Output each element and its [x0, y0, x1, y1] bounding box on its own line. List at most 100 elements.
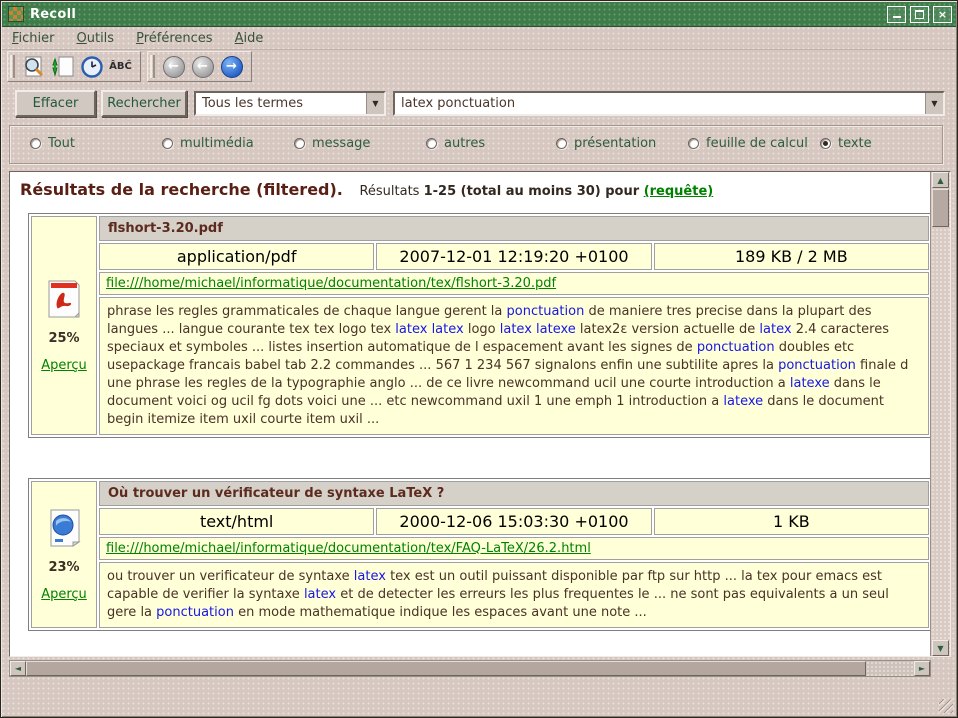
snippet-text: latex2ε version actuelle de — [576, 322, 760, 337]
result-url-link[interactable]: file:///home/michael/informatique/docume… — [106, 276, 556, 291]
highlighted-term: latex — [500, 322, 532, 337]
radio-texte[interactable]: texte — [820, 136, 872, 151]
snippet-text: phrase les regles grammaticales de chaqu… — [107, 304, 507, 319]
radio-label: texte — [838, 136, 872, 151]
vertical-scroll-thumb[interactable] — [932, 189, 949, 227]
arrow-left-icon: ← — [192, 56, 214, 78]
radio-icon — [556, 138, 567, 149]
horizontal-scroll-thumb[interactable] — [26, 661, 866, 676]
window-title: Recoll — [30, 7, 76, 22]
highlighted-term: latexe — [790, 376, 830, 391]
clear-search-button[interactable] — [20, 53, 47, 80]
search-input[interactable] — [395, 93, 925, 114]
scroll-down-button[interactable]: ▼ — [932, 640, 949, 656]
maximize-icon — [915, 10, 924, 19]
highlighted-term: ponctuation — [507, 304, 585, 319]
relevance-percent: 23% — [48, 560, 79, 575]
triangle-up-icon: ▲ — [937, 176, 943, 185]
document-sort-arrows-icon — [51, 55, 75, 79]
result-date: 2000-12-06 15:03:30 +0100 — [376, 508, 651, 535]
menu-fichier[interactable]: Fichier — [12, 31, 55, 46]
search-mode-select[interactable]: Tous les termes ▼ — [194, 91, 386, 116]
radio-icon — [162, 138, 173, 149]
abc-term-explorer-icon: ÂBĈ — [109, 61, 132, 72]
radio-presentation[interactable]: présentation — [556, 136, 656, 151]
result-url-link[interactable]: file:///home/michael/informatique/docume… — [106, 541, 591, 556]
highlighted-term: latexe — [536, 322, 576, 337]
toolbar-group-tools: ÂBĈ — [7, 51, 141, 82]
search-button[interactable]: Rechercher — [101, 90, 187, 117]
results-header: Résultats de la recherche (filtered). Ré… — [20, 178, 930, 199]
history-button[interactable] — [78, 53, 105, 80]
first-page-button[interactable]: ← — [160, 53, 187, 80]
radio-label: multimédia — [180, 136, 254, 151]
result-size: 1 KB — [654, 508, 929, 535]
snippet-text: logo — [464, 322, 500, 337]
preview-link[interactable]: Aperçu — [41, 587, 87, 602]
result-filename: Où trouver un vérificateur de syntaxe La… — [99, 481, 929, 506]
toolbar-handle[interactable] — [150, 55, 155, 78]
result-side-panel: 23% Aperçu — [31, 481, 97, 628]
highlighted-term: ponctuation — [697, 340, 775, 355]
close-button[interactable]: × — [933, 6, 952, 23]
radio-icon — [426, 138, 437, 149]
chevron-down-icon[interactable]: ▼ — [366, 93, 384, 114]
preview-link[interactable]: Aperçu — [41, 358, 87, 373]
result-date: 2007-12-01 12:19:20 +0100 — [376, 243, 651, 270]
triangle-down-icon: ▼ — [937, 644, 943, 653]
highlighted-term: latex — [432, 322, 464, 337]
maximize-button[interactable] — [910, 6, 929, 23]
previous-page-button[interactable]: ← — [189, 53, 216, 80]
radio-icon — [30, 138, 41, 149]
relevance-percent: 25% — [48, 331, 79, 346]
highlighted-term: latex — [304, 587, 336, 602]
radio-feuille-de-calcul[interactable]: feuille de calcul — [688, 136, 808, 151]
result-filename: flshort-3.20.pdf — [99, 216, 929, 241]
toolbar-handle[interactable] — [10, 55, 15, 78]
result-side-panel: 25% Aperçu — [31, 216, 97, 435]
results-viewport: Résultats de la recherche (filtered). Ré… — [9, 171, 951, 657]
scroll-left-button[interactable]: ◄ — [10, 661, 26, 676]
radio-label: message — [312, 136, 370, 151]
radio-tout[interactable]: Tout — [30, 136, 75, 151]
document-magnifier-icon — [22, 55, 46, 79]
highlighted-term: ponctuation — [156, 605, 234, 620]
recoll-window: Recoll × Fichier Outils Préférences Aide — [0, 0, 958, 718]
horizontal-scrollbar[interactable]: ◄ ► — [9, 660, 931, 677]
result-item: 25% Aperçu flshort-3.20.pdf application/… — [28, 213, 930, 438]
highlighted-term: latexe — [723, 394, 763, 409]
scroll-right-button[interactable]: ► — [914, 661, 930, 676]
radio-autres[interactable]: autres — [426, 136, 485, 151]
resize-grip[interactable] — [939, 699, 953, 713]
highlighted-term: latex — [395, 322, 427, 337]
result-meta-row: text/html 2000-12-06 15:03:30 +0100 1 KB — [99, 508, 929, 535]
menu-aide[interactable]: Aide — [235, 31, 264, 46]
radio-message[interactable]: message — [294, 136, 370, 151]
radio-label: présentation — [574, 136, 656, 151]
result-item: 23% Aperçu Où trouver un vérificateur de… — [28, 478, 930, 631]
radio-multimedia[interactable]: multimédia — [162, 136, 254, 151]
sort-parameters-button[interactable] — [49, 53, 76, 80]
search-query-combobox: ▼ — [393, 91, 945, 116]
arrow-left-icon: ← — [163, 56, 185, 78]
radio-icon — [688, 138, 699, 149]
radio-label: autres — [444, 136, 485, 151]
chevron-down-icon[interactable]: ▼ — [925, 93, 943, 114]
next-page-button[interactable]: → — [218, 53, 245, 80]
menu-outils[interactable]: Outils — [77, 31, 115, 46]
scroll-up-button[interactable]: ▲ — [932, 172, 949, 188]
minimize-button[interactable] — [887, 6, 906, 23]
result-snippet: phrase les regles grammaticales de chaqu… — [99, 297, 929, 435]
arrow-right-icon: → — [221, 56, 243, 78]
menu-preferences[interactable]: Préférences — [136, 31, 212, 46]
term-explorer-button[interactable]: ÂBĈ — [107, 53, 134, 80]
clear-button[interactable]: Effacer — [15, 90, 96, 117]
result-meta-row: application/pdf 2007-12-01 12:19:20 +010… — [99, 243, 929, 270]
query-details-link[interactable]: (requête) — [644, 184, 714, 199]
results-list: Résultats de la recherche (filtered). Ré… — [10, 172, 930, 656]
radio-icon — [294, 138, 305, 149]
vertical-scrollbar[interactable]: ▲ ▼ — [930, 172, 950, 656]
results-title: Résultats de la recherche (filtered). — [20, 180, 343, 199]
minimize-icon — [893, 11, 901, 18]
toolbar: ÂBĈ ← ← → — [2, 50, 956, 83]
